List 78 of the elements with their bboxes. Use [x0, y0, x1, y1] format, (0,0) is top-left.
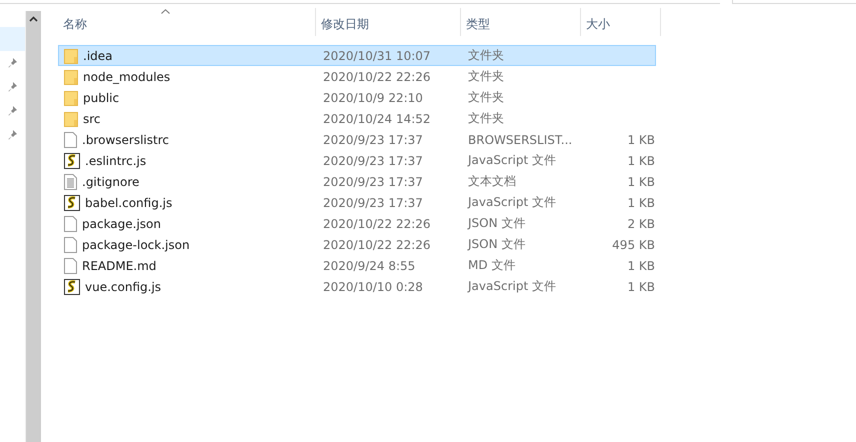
folder-icon [64, 110, 78, 126]
file-type: JavaScript 文件 [468, 194, 556, 211]
file-icon [64, 236, 77, 252]
column-header[interactable]: 大小 [581, 8, 661, 36]
file-icon [64, 258, 77, 274]
file-name: .idea [83, 48, 113, 62]
modified-date: 2020/10/22 22:26 [323, 70, 431, 84]
file-type: JSON 文件 [468, 215, 526, 232]
file-size: 2 KB [627, 216, 655, 230]
file-type: 文件夹 [468, 89, 504, 106]
script-file-icon [64, 278, 80, 294]
file-name: .eslintrc.js [85, 154, 146, 168]
pin-icon [8, 130, 18, 140]
file-name: src [83, 112, 101, 126]
file-row[interactable]: src 2020/10/24 14:52 文件夹 [58, 108, 656, 129]
file-row[interactable]: .gitignore 2020/9/23 17:37 文本文档 1 KB [58, 171, 656, 192]
modified-date: 2020/10/22 22:26 [323, 216, 431, 230]
file-name: vue.config.js [85, 280, 162, 294]
file-type: 文本文档 [468, 173, 516, 190]
file-type: JavaScript 文件 [468, 278, 556, 295]
column-header[interactable]: 修改日期 [316, 8, 461, 36]
modified-date: 2020/9/23 17:37 [323, 196, 423, 210]
file-size: 1 KB [627, 154, 655, 168]
scroll-up-icon[interactable] [29, 16, 38, 22]
file-size: 1 KB [627, 280, 655, 294]
file-size: 1 KB [627, 174, 655, 188]
file-name: babel.config.js [85, 196, 172, 210]
file-name: .gitignore [82, 174, 140, 188]
column-header[interactable]: 类型 [461, 8, 581, 36]
selected-row[interactable]: .idea 2020/10/31 10:07 文件夹 [58, 45, 656, 66]
file-icon [64, 216, 77, 232]
modified-date: 2020/10/31 10:07 [323, 48, 431, 62]
file-row[interactable]: node_modules 2020/10/22 22:26 文件夹 [58, 66, 656, 87]
file-name: public [83, 90, 120, 104]
file-row[interactable]: README.md 2020/9/24 8:55 MD 文件 1 KB [58, 255, 656, 276]
modified-date: 2020/10/22 22:26 [323, 238, 431, 252]
file-type: BROWSERSLIST... [468, 132, 572, 146]
script-file-icon [64, 152, 80, 168]
modified-date: 2020/10/24 14:52 [323, 112, 431, 126]
modified-date: 2020/10/9 22:10 [323, 90, 423, 104]
modified-date: 2020/9/23 17:37 [323, 132, 423, 146]
script-file-icon [64, 194, 80, 210]
pin-icon [8, 82, 18, 92]
file-name: node_modules [83, 70, 170, 84]
file-type: JSON 文件 [468, 236, 526, 253]
file-row[interactable]: package-lock.json 2020/10/22 22:26 JSON 文件 495 KB [58, 234, 656, 255]
file-name: .browserslistrc [82, 132, 169, 146]
file-type: 文件夹 [468, 68, 504, 85]
scrollbar[interactable] [25, 11, 41, 442]
modified-date: 2020/9/23 17:37 [323, 174, 423, 188]
modified-date: 2020/10/10 0:28 [323, 280, 423, 294]
pin-icon [8, 58, 18, 68]
file-row[interactable]: public 2020/10/9 22:10 文件夹 [58, 87, 656, 108]
text-file-icon [64, 174, 77, 190]
file-row[interactable]: .eslintrc.js 2020/9/23 17:37 JavaScript 文件 1 KB [58, 150, 656, 171]
file-type: 文件夹 [468, 110, 504, 127]
file-type: MD 文件 [468, 257, 516, 274]
file-type: 文件夹 [468, 47, 504, 64]
file-name: package-lock.json [82, 238, 190, 252]
modified-date: 2020/9/24 8:55 [323, 258, 416, 272]
file-size: 495 KB [612, 238, 655, 252]
file-size: 1 KB [627, 196, 655, 210]
pin-icon [8, 106, 18, 116]
file-size: 1 KB [627, 258, 655, 272]
file-row[interactable]: vue.config.js 2020/10/10 0:28 JavaScript 文件 1 KB [58, 276, 656, 297]
file-type: JavaScript 文件 [468, 152, 556, 169]
file-icon [64, 132, 77, 148]
column-header[interactable]: 名称 [58, 8, 316, 36]
folder-icon [64, 48, 78, 64]
folder-icon [64, 90, 78, 106]
modified-date: 2020/9/23 17:37 [323, 154, 423, 168]
file-name: README.md [82, 258, 156, 272]
file-size: 1 KB [627, 132, 655, 146]
file-row[interactable]: babel.config.js 2020/9/23 17:37 JavaScript 文件 1 KB [58, 192, 656, 213]
file-name: package.json [82, 216, 162, 230]
folder-icon [64, 68, 78, 84]
file-row[interactable]: .browserslistrc 2020/9/23 17:37 BROWSERSLIST... 1 KB [58, 129, 656, 150]
file-row[interactable]: package.json 2020/10/22 22:26 JSON 文件 2 KB [58, 213, 656, 234]
